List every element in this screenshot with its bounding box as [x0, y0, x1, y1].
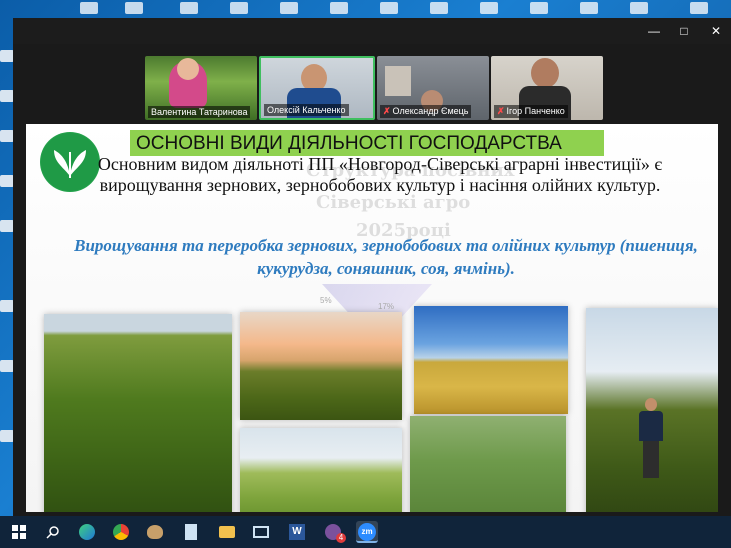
desktop-icon[interactable] — [380, 2, 398, 14]
desktop-icon[interactable] — [0, 130, 14, 142]
desktop-icon[interactable] — [330, 2, 348, 14]
desktop-icon[interactable] — [0, 430, 14, 442]
crop-photo-soybean — [44, 314, 232, 512]
participant-name: Валентина Татаринова — [148, 106, 251, 118]
participant-tile[interactable]: Валентина Татаринова — [145, 56, 257, 120]
word-app-icon[interactable]: W — [286, 521, 308, 543]
search-icon[interactable] — [42, 521, 64, 543]
desktop-icon[interactable] — [0, 360, 14, 372]
notification-badge: 4 — [336, 533, 346, 543]
participant-video — [385, 66, 411, 96]
participant-tile-active[interactable]: Олексій Кальченко — [259, 56, 375, 120]
desktop-icon[interactable] — [690, 2, 708, 14]
notepad-logo — [185, 524, 197, 540]
crop-photo-farmer-sunflower — [586, 308, 718, 512]
chrome-browser-icon[interactable] — [110, 521, 132, 543]
farmer-figure — [636, 398, 666, 478]
overlay-ghost-label: 5% — [320, 296, 332, 305]
word-logo: W — [289, 524, 305, 540]
title-bar: — □ ✕ — [13, 18, 731, 44]
crop-photo-young-wheat — [410, 416, 566, 512]
edge-logo — [79, 524, 95, 540]
slide-subtitle: Вирощування та переробка зернових, зерно… — [74, 236, 698, 278]
desktop-icon[interactable] — [580, 2, 598, 14]
slide-title: ОСНОВНІ ВИДИ ДІЯЛЬНОСТІ ГОСПОДАРСТВА — [136, 133, 562, 154]
participant-name: ✗ Олександр Ємець — [380, 105, 472, 118]
monitor-logo — [253, 526, 269, 538]
farmer-body — [639, 411, 663, 441]
desktop-icon[interactable] — [530, 2, 548, 14]
windows-start-icon[interactable] — [8, 521, 30, 543]
zoom-meeting-window: — □ ✕ Валентина Татаринова Олексій Кальч… — [13, 18, 731, 516]
slide-title-bar: ОСНОВНІ ВИДИ ДІЯЛЬНОСТІ ГОСПОДАРСТВА — [130, 130, 604, 156]
viber-app-icon[interactable]: 4 — [322, 521, 346, 543]
crop-photo-wheat-field — [414, 306, 568, 414]
zoom-logo: zm — [358, 523, 376, 541]
desktop-icon[interactable] — [480, 2, 498, 14]
participant-name: Олексій Кальченко — [264, 104, 349, 116]
notepad-app-icon[interactable] — [180, 521, 202, 543]
minimize-button[interactable]: — — [641, 22, 667, 40]
folder-logo — [219, 526, 235, 538]
windows-taskbar: W 4 zm — [0, 516, 731, 548]
desktop-icon[interactable] — [125, 2, 143, 14]
desktop-icon[interactable] — [430, 2, 448, 14]
mic-muted-icon: ✗ — [383, 106, 391, 116]
participant-video — [177, 58, 199, 80]
farmer-legs — [643, 441, 659, 478]
paint-logo — [147, 525, 163, 539]
participant-tile[interactable]: ✗ Олександр Ємець — [377, 56, 489, 120]
participant-name-text: Олександр Ємець — [392, 106, 469, 116]
desktop-icon[interactable] — [0, 50, 14, 62]
desktop-icon[interactable] — [0, 300, 14, 312]
mic-muted-icon: ✗ — [497, 106, 505, 116]
desktop-icon[interactable] — [0, 175, 14, 187]
desktop-icon[interactable] — [180, 2, 198, 14]
farmer-head — [645, 398, 657, 411]
video-gallery-strip: Валентина Татаринова Олексій Кальченко ✗… — [145, 56, 603, 120]
slide-paragraph: Основним видом діяльноті ПП «Новгород-Сі… — [97, 154, 663, 195]
desktop-icon[interactable] — [0, 220, 14, 232]
participant-video — [531, 58, 559, 88]
participant-tile[interactable]: ✗ Ігор Панченко — [491, 56, 603, 120]
maximize-button[interactable]: □ — [671, 22, 697, 40]
magnifier-icon — [46, 526, 59, 539]
participant-name: ✗ Ігор Панченко — [494, 105, 568, 118]
crop-photo-green-field — [240, 428, 402, 512]
desktop-icon[interactable] — [280, 2, 298, 14]
desktop-icon[interactable] — [80, 2, 98, 14]
desktop-icon[interactable] — [0, 90, 14, 102]
close-button[interactable]: ✕ — [703, 22, 729, 40]
chrome-logo — [113, 524, 129, 540]
desktop-icon[interactable] — [630, 2, 648, 14]
remote-desktop-icon[interactable] — [250, 521, 272, 543]
overlay-ghost-label: 17% — [378, 302, 395, 311]
file-explorer-icon[interactable] — [216, 521, 238, 543]
crop-photo-corn-sunset — [240, 312, 402, 420]
paint-app-icon[interactable] — [144, 521, 166, 543]
zoom-app-icon[interactable]: zm — [356, 521, 378, 543]
edge-browser-icon[interactable] — [76, 521, 98, 543]
desktop-icon[interactable] — [230, 2, 248, 14]
windows-logo-icon — [12, 525, 26, 539]
participant-name-text: Ігор Панченко — [506, 106, 565, 116]
shared-screen-slide: Структура посівних Сіверські агро 2025ро… — [26, 124, 718, 512]
